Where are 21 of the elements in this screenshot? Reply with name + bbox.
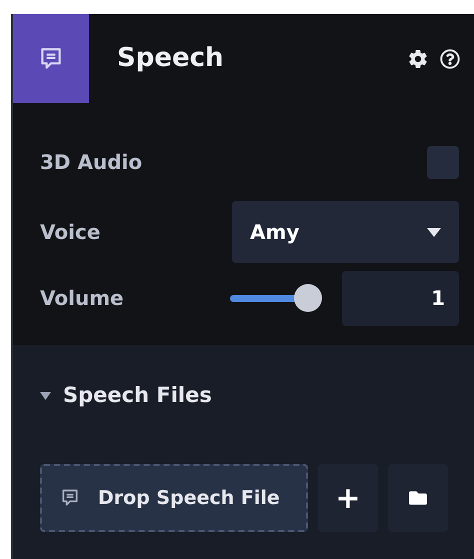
caret-icon xyxy=(427,228,441,236)
section-header[interactable]: Speech Files xyxy=(40,379,460,413)
speech-bubble-icon xyxy=(38,46,64,72)
setting-label: Voice xyxy=(40,219,100,246)
panel-title: Speech xyxy=(117,42,225,75)
speech-bubble-icon xyxy=(60,488,80,508)
folder-button[interactable] xyxy=(388,464,448,532)
drop-zone[interactable]: Drop Speech File xyxy=(40,464,308,532)
volume-input[interactable]: 1 xyxy=(342,270,459,326)
setting-label: 3D Audio xyxy=(40,149,142,176)
help-icon[interactable] xyxy=(440,48,460,68)
settings-icon[interactable] xyxy=(408,48,428,68)
add-button[interactable]: + xyxy=(318,464,378,532)
speech-tab[interactable] xyxy=(13,14,89,103)
folder-icon xyxy=(408,489,428,507)
checkbox[interactable] xyxy=(427,146,459,178)
voice-dropdown[interactable]: Amy xyxy=(232,201,459,263)
volume-slider[interactable] xyxy=(230,284,322,312)
setting-label: Volume xyxy=(40,285,124,312)
expand-caret-icon xyxy=(40,392,51,400)
drop-label: Drop Speech File xyxy=(98,486,280,511)
